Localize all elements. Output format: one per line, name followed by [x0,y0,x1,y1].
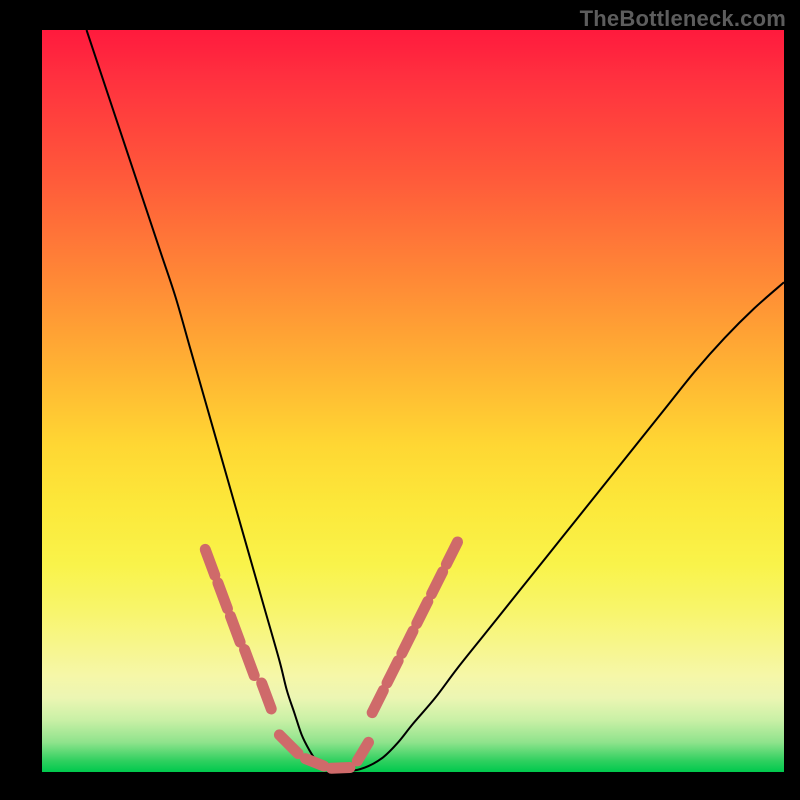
highlight-dash [372,690,383,712]
watermark-text: TheBottleneck.com [580,6,786,32]
highlight-dash [279,735,298,754]
highlight-dash [357,742,368,761]
chart-frame: TheBottleneck.com [0,0,800,800]
highlight-dash [417,601,428,623]
highlight-dash [387,661,398,683]
highlight-dash [245,650,255,676]
highlight-dash [305,759,324,766]
highlight-dash [230,616,240,642]
bottleneck-curve [87,30,784,771]
highlight-dash [218,583,228,609]
highlight-dash [432,572,443,594]
highlight-dash [331,768,350,769]
highlight-dash [262,683,272,709]
highlight-dash [402,631,413,653]
chart-svg [0,0,800,800]
highlight-dash [446,542,457,564]
highlight-dash [205,549,215,575]
